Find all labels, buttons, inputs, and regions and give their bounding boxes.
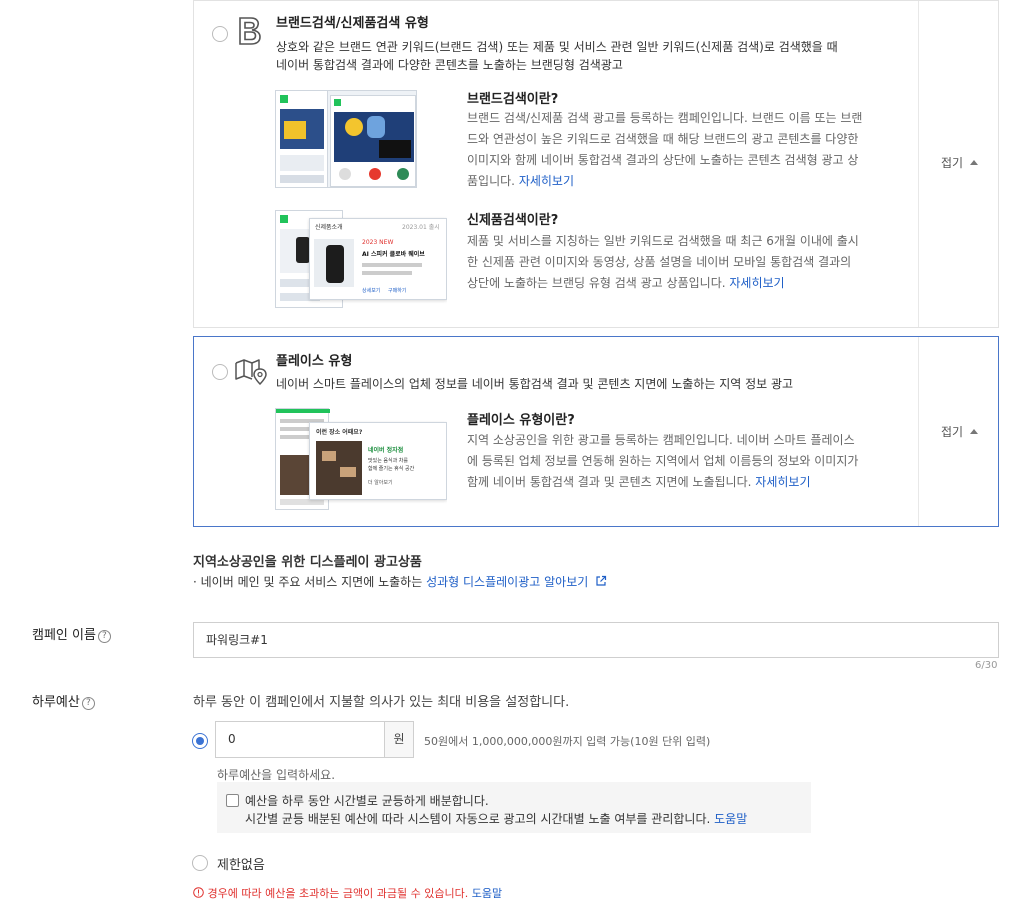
newprod-thumb-front: 신제품소개 2023.01 출시 2023 NEW AI 스피커 클로바 웨이브…	[309, 218, 447, 300]
place-thumbnail: 이런 장소 어때요? 네이버 정자점 맛있는 음식과 차를 함께 즐기는 휴식 …	[275, 408, 447, 510]
brand-sub-title: 브랜드검색이란?	[467, 92, 559, 107]
campaign-name-counter: 6/30	[975, 660, 998, 671]
unlimited-radio[interactable]	[192, 855, 208, 871]
place-collapse-toggle[interactable]: 접기	[941, 423, 979, 440]
budget-warning: 경우에 따라 예산을 초과하는 금액이 과금될 수 있습니다. 도움말	[193, 885, 502, 901]
place-card-title: 플레이스 유형	[276, 354, 353, 369]
help-icon[interactable]: ?	[81, 697, 95, 710]
place-radio[interactable]	[212, 364, 228, 380]
newprod-sub-text: 제품 및 서비스를 지칭하는 일반 키워드로 검색했을 때 최근 6개월 이내에…	[467, 234, 859, 290]
daily-budget-description: 하루 동안 이 캠페인에서 지불할 의사가 있는 최대 비용을 설정합니다.	[193, 695, 570, 710]
budget-amount-input[interactable]: 0	[215, 721, 385, 758]
brand-card-desc-1: 상호와 같은 브랜드 연관 키워드(브랜드 검색) 또는 제품 및 서비스 관련…	[276, 40, 838, 54]
newprod-sub-title: 신제품검색이란?	[467, 213, 559, 228]
campaign-name-label: 캠페인 이름?	[32, 624, 111, 643]
brand-search-radio[interactable]	[212, 26, 228, 42]
newprod-more-link[interactable]: 자세히보기	[729, 276, 784, 290]
help-icon[interactable]: ?	[97, 630, 111, 643]
unlimited-label: 제한없음	[217, 858, 265, 873]
distribute-checkbox[interactable]	[226, 794, 239, 807]
budget-amount-radio[interactable]	[192, 733, 208, 749]
daily-budget-label: 하루예산?	[32, 691, 95, 710]
distribute-help-link[interactable]: 도움말	[714, 812, 747, 826]
place-thumb-front: 이런 장소 어때요? 네이버 정자점 맛있는 음식과 차를 함께 즐기는 휴식 …	[309, 422, 447, 500]
external-link-icon	[596, 575, 607, 586]
brand-sub-text: 브랜드 검색/신제품 검색 광고를 등록하는 캠페인입니다. 브랜드 이름 또는…	[467, 111, 863, 188]
display-ad-link[interactable]: 성과형 디스플레이광고 알아보기	[426, 575, 588, 589]
distribute-label: 예산을 하루 동안 시간별로 균등하게 배분합니다.	[245, 794, 489, 808]
campaign-name-input[interactable]: 파워링크#1	[193, 622, 999, 658]
display-section-title: 지역소상공인을 위한 디스플레이 광고상품	[193, 555, 422, 570]
budget-prompt: 하루예산을 입력하세요.	[217, 768, 336, 782]
brand-card-desc-2: 네이버 통합검색 결과에 다양한 콘텐츠를 노출하는 브랜딩형 검색광고	[276, 58, 623, 72]
place-sub-title: 플레이스 유형이란?	[467, 413, 575, 428]
place-more-link[interactable]: 자세히보기	[755, 475, 810, 489]
distribute-desc: 시간별 균등 배분된 예산에 따라 시스템이 자동으로 광고의 시간대별 노출 …	[245, 812, 748, 826]
display-section-bullet: · 네이버 메인 및 주요 서비스 지면에 노출하는 성과형 디스플레이광고 알…	[193, 573, 607, 590]
map-pin-icon	[235, 359, 267, 385]
caret-up-icon	[970, 429, 979, 434]
place-card-desc: 네이버 스마트 플레이스의 업체 정보를 네이버 통합검색 결과 및 콘텐츠 지…	[276, 377, 794, 391]
budget-range-hint: 50원에서 1,000,000,000원까지 입력 가능(10원 단위 입력)	[424, 735, 711, 748]
brand-thumb-left-panel	[276, 91, 328, 187]
warning-help-link[interactable]: 도움말	[472, 887, 502, 900]
new-product-thumbnail: 신제품소개 2023.01 출시 2023 NEW AI 스피커 클로바 웨이브…	[275, 210, 447, 308]
budget-unit: 원	[384, 721, 414, 758]
caret-up-icon	[970, 160, 979, 165]
brand-more-link[interactable]: 자세히보기	[519, 174, 574, 188]
brand-card-title: 브랜드검색/신제품검색 유형	[276, 16, 429, 31]
letter-b-icon	[239, 17, 261, 45]
brand-card-side: 접기	[918, 1, 998, 327]
brand-collapse-toggle[interactable]: 접기	[941, 154, 979, 171]
brand-thumb-right-panel	[330, 95, 416, 187]
warning-icon	[193, 887, 204, 898]
place-sub-text: 지역 소상공인을 위한 광고를 등록하는 캠페인입니다. 네이버 스마트 플레이…	[467, 433, 859, 489]
brand-search-thumbnail	[275, 90, 417, 188]
place-card-side: 접기	[918, 337, 998, 526]
